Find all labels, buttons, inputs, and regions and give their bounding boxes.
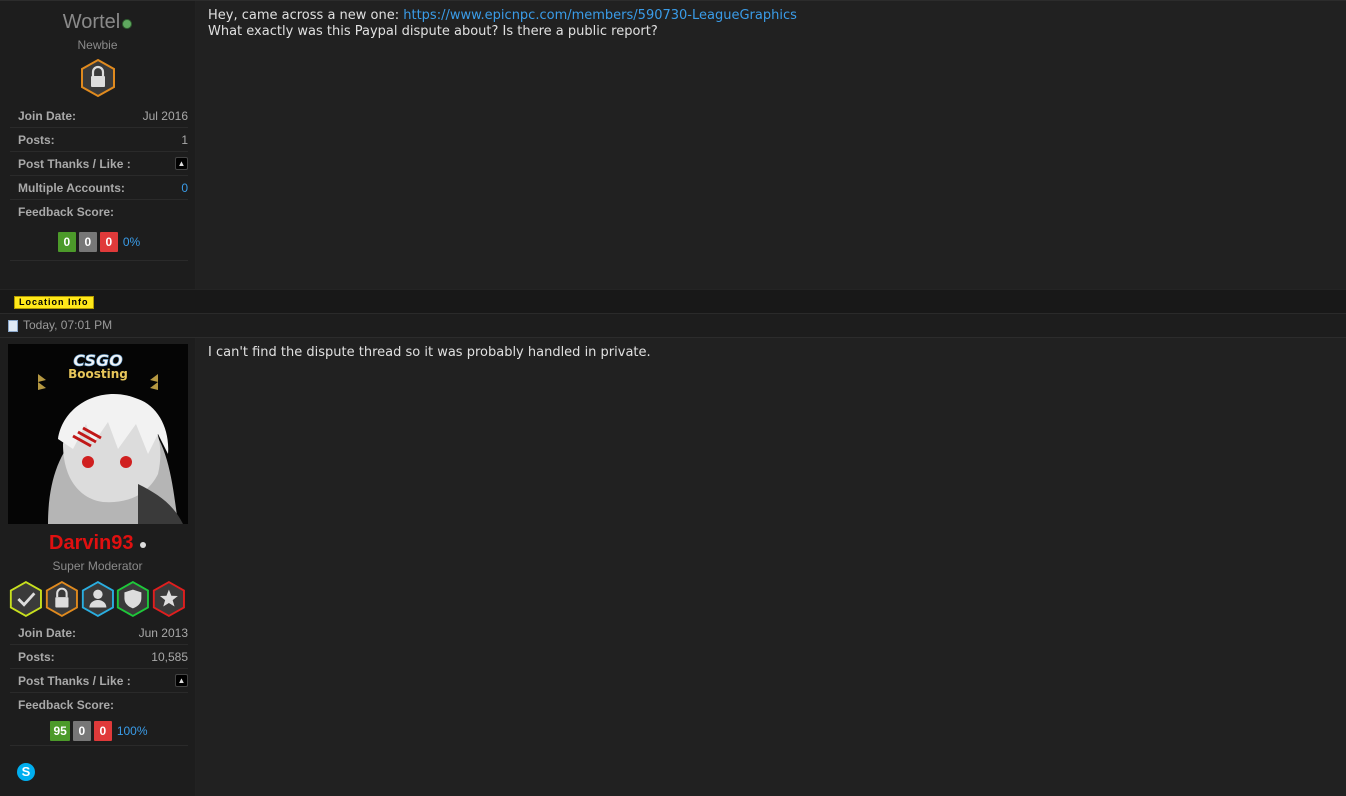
feedback-score: 95 0 0 100%: [10, 717, 188, 746]
avatar[interactable]: CSGO Boosting: [8, 344, 188, 524]
multiple-accounts-link[interactable]: 0: [181, 181, 188, 195]
user-badges: [8, 579, 187, 619]
feedback-percent: 100%: [116, 724, 148, 738]
feedback-positive[interactable]: 0: [57, 232, 76, 252]
post-icon: [8, 320, 18, 332]
post-date-bar: Today, 07:01 PM: [0, 313, 1346, 338]
member-link[interactable]: https://www.epicnpc.com/members/590730-L…: [403, 8, 797, 23]
user-rank: Newbie: [77, 38, 118, 52]
feedback-score: 0 0 0 0%: [10, 224, 188, 261]
post-date: Today, 07:01 PM: [23, 318, 113, 332]
user-badges: [8, 58, 187, 98]
star-badge-icon: [153, 580, 186, 618]
stat-thanks: Post Thanks / Like : ▲: [10, 669, 188, 693]
user-badge-icon: [81, 580, 114, 618]
post-1: Wortel Newbie Join Date: Jul 2016 Posts: 1…: [0, 0, 1346, 290]
stat-posts: Posts: 1: [10, 128, 188, 152]
online-status-icon: [139, 541, 146, 548]
skype-icon[interactable]: S: [17, 763, 35, 781]
stat-join-date: Join Date: Jun 2013: [10, 621, 188, 645]
username-link[interactable]: Wortel: [63, 11, 120, 34]
feedback-neutral[interactable]: 0: [72, 721, 91, 741]
stat-feedback: Feedback Score:: [18, 698, 115, 712]
post-content: I can't find the dispute thread so it wa…: [196, 338, 1346, 796]
lock-badge-icon: [45, 580, 78, 618]
avatar-image: CSGO Boosting: [8, 344, 188, 524]
location-bar: Location Info: [0, 289, 1346, 314]
feedback-negative[interactable]: 0: [93, 721, 112, 741]
feedback-percent: 0%: [122, 235, 141, 249]
stat-feedback: Feedback Score:: [18, 205, 115, 219]
lock-badge-icon: [80, 58, 115, 98]
online-status-icon: [122, 18, 133, 29]
check-badge-icon: [9, 580, 42, 618]
stat-multiple-accounts: Multiple Accounts: 0: [10, 176, 188, 200]
avatar-text-boosting: Boosting: [68, 367, 128, 381]
post-userinfo: CSGO Boosting Darvin93 Super Moderator J…: [0, 338, 196, 796]
shield-badge-icon: [117, 580, 150, 618]
expand-toggle-icon[interactable]: ▲: [175, 157, 188, 170]
post-userinfo: Wortel Newbie Join Date: Jul 2016 Posts: 1…: [0, 1, 196, 290]
feedback-neutral[interactable]: 0: [78, 232, 97, 252]
feedback-negative[interactable]: 0: [99, 232, 118, 252]
feedback-positive[interactable]: 95: [50, 721, 70, 741]
stat-posts: Posts: 10,585: [10, 645, 188, 669]
post-2: CSGO Boosting Darvin93 Super Moderator J…: [0, 337, 1346, 796]
stat-thanks: Post Thanks / Like : ▲: [10, 152, 188, 176]
username-link[interactable]: Darvin93: [49, 532, 134, 554]
stat-join-date: Join Date: Jul 2016: [10, 104, 188, 128]
expand-toggle-icon[interactable]: ▲: [175, 674, 188, 687]
location-info-button[interactable]: Location Info: [14, 296, 94, 309]
user-rank: Super Moderator: [52, 559, 143, 573]
post-content: Hey, came across a new one: https://www.…: [196, 1, 1346, 290]
